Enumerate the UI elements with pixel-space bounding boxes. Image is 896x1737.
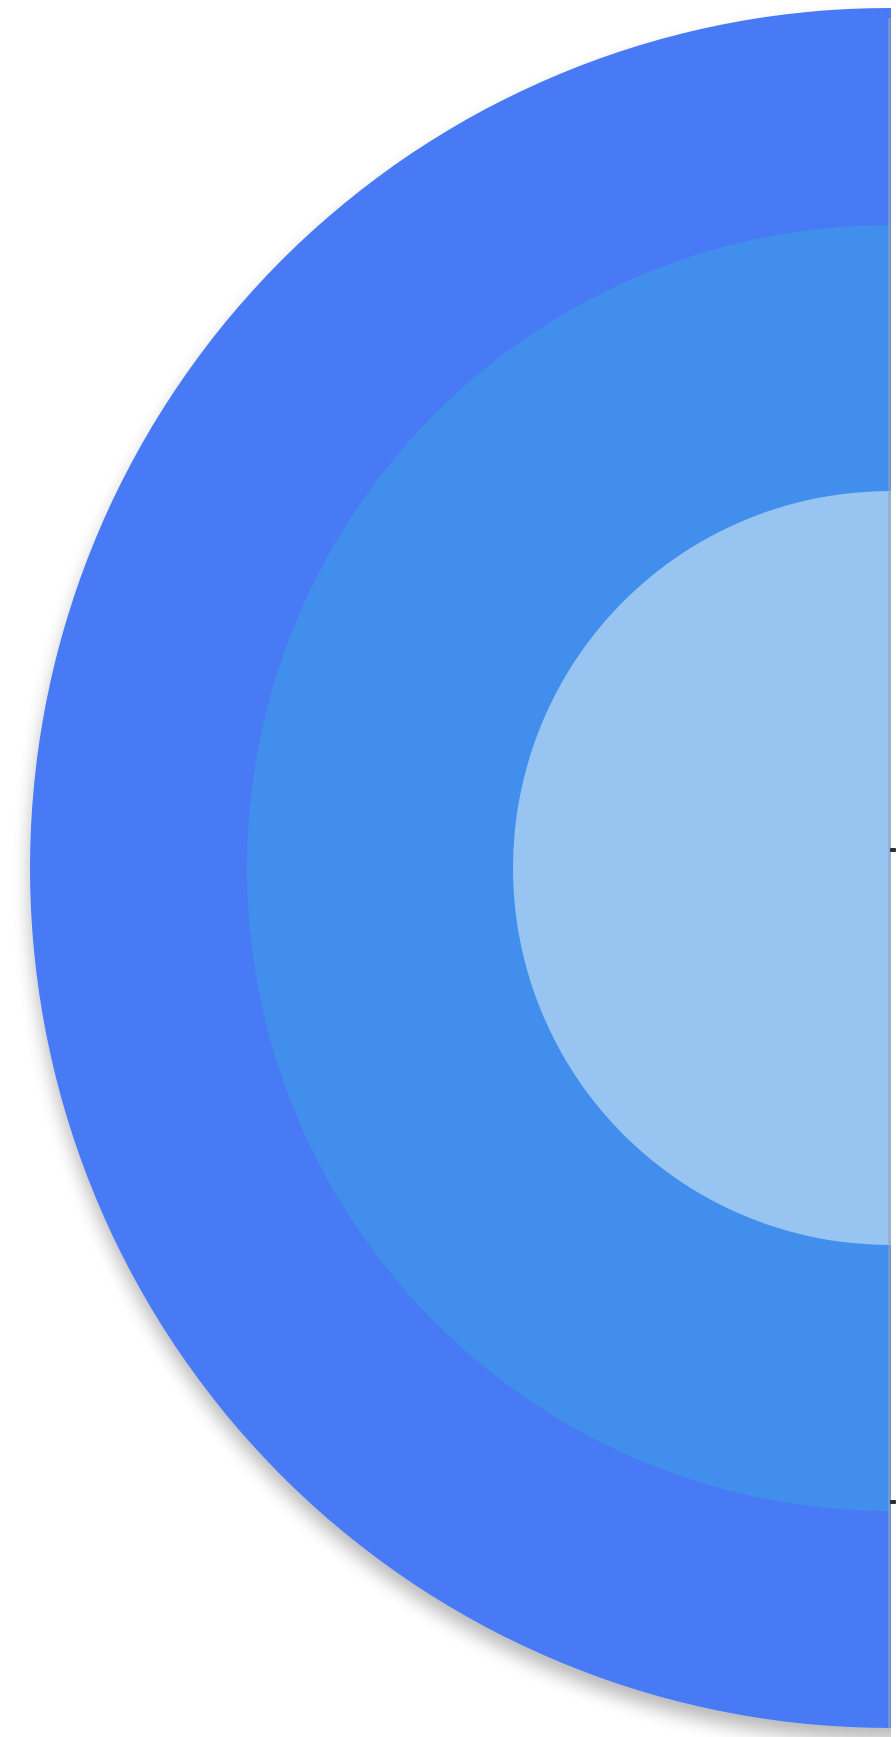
right-edge-background [891, 0, 896, 1737]
concentric-circles-logo [0, 0, 896, 1737]
screenshot-canvas [0, 0, 896, 1737]
edge-tick-mark [890, 848, 896, 852]
right-edge-divider [888, 18, 891, 1728]
logo-graphic [30, 8, 891, 1728]
edge-tick-mark [890, 1500, 896, 1504]
